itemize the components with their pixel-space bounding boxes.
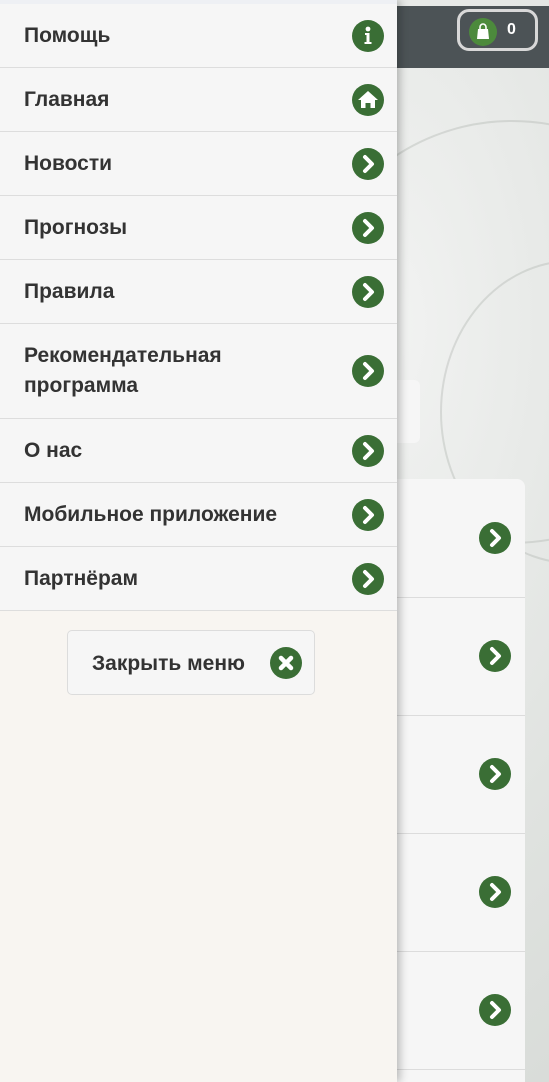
menu-item-help[interactable]: Помощь xyxy=(0,4,397,68)
menu-item-label: Главная xyxy=(24,87,110,111)
menu-item-mobile-app[interactable]: Мобильное приложение xyxy=(0,483,397,547)
chevron-right-icon xyxy=(352,355,384,387)
chevron-right-icon xyxy=(352,147,384,180)
info-icon xyxy=(352,19,384,52)
home-icon xyxy=(352,83,384,116)
side-menu-drawer: Помощь Главная Новости Прогнозы Правила … xyxy=(0,0,397,1082)
chevron-right-icon xyxy=(352,434,384,467)
chevron-right-icon xyxy=(479,876,511,908)
menu-item-home[interactable]: Главная xyxy=(0,68,397,132)
close-menu-button[interactable]: Закрыть меню xyxy=(67,630,315,695)
chevron-right-icon xyxy=(352,562,384,595)
menu-item-partners[interactable]: Партнёрам xyxy=(0,547,397,611)
menu-item-news[interactable]: Новости xyxy=(0,132,397,196)
menu-item-label: Рекомендательная программа xyxy=(24,344,222,397)
chevron-right-icon xyxy=(479,522,511,554)
list-item[interactable] xyxy=(380,479,525,598)
chevron-right-icon xyxy=(479,994,511,1026)
list-item[interactable] xyxy=(380,715,525,834)
menu-item-label: Правила xyxy=(24,279,115,303)
menu-item-label: Мобильное приложение xyxy=(24,502,278,526)
list-item[interactable] xyxy=(380,833,525,952)
chevron-right-icon xyxy=(479,640,511,672)
shopping-bag-icon xyxy=(469,18,497,46)
menu-list: Помощь Главная Новости Прогнозы Правила … xyxy=(0,0,397,611)
chevron-right-icon xyxy=(479,758,511,790)
cart-button[interactable]: 0 xyxy=(457,9,538,51)
menu-item-rules[interactable]: Правила xyxy=(0,260,397,324)
close-circle-icon xyxy=(270,647,302,679)
menu-item-label: Новости xyxy=(24,151,113,175)
chevron-right-icon xyxy=(352,498,384,531)
menu-item-forecasts[interactable]: Прогнозы xyxy=(0,196,397,260)
list-item[interactable] xyxy=(380,951,525,1070)
menu-item-about[interactable]: О нас xyxy=(0,419,397,483)
menu-item-referral-program[interactable]: Рекомендательная программа xyxy=(0,324,397,419)
background-list xyxy=(380,479,525,1082)
chevron-right-icon xyxy=(352,275,384,308)
cart-count: 0 xyxy=(507,21,516,38)
menu-item-label: Прогнозы xyxy=(24,215,128,239)
menu-item-label: О нас xyxy=(24,438,83,462)
list-item[interactable] xyxy=(380,597,525,716)
menu-item-label: Партнёрам xyxy=(24,566,139,590)
chevron-right-icon xyxy=(352,211,384,244)
menu-item-label: Помощь xyxy=(24,23,111,47)
close-menu-label: Закрыть меню xyxy=(92,652,245,675)
